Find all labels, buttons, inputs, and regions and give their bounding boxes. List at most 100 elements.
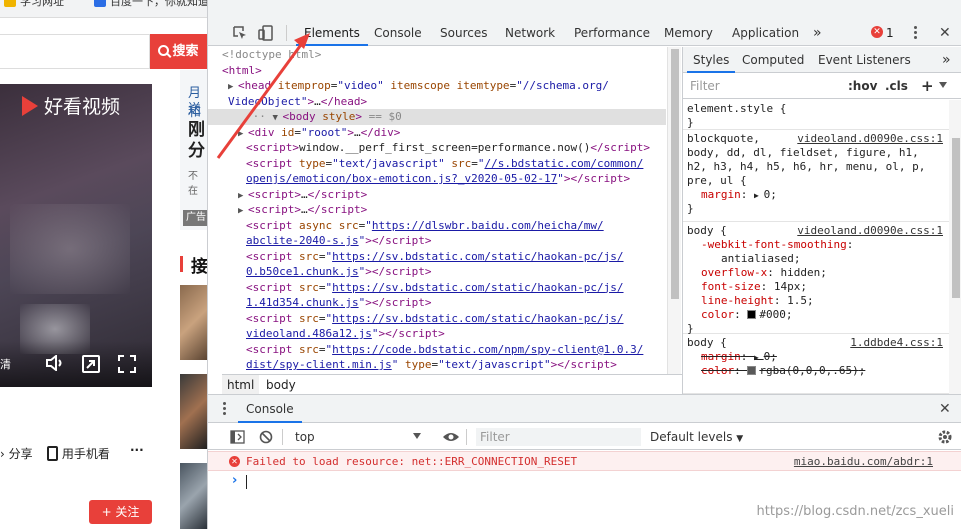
toolbar-divider — [466, 429, 467, 445]
share-button[interactable]: › 分享 — [0, 445, 33, 462]
style-property[interactable]: color: rgba(0,0,0,.65); — [701, 364, 865, 378]
pane-caret-icon[interactable] — [939, 82, 947, 88]
style-source-link[interactable]: videoland.d0090e.css:1 — [797, 224, 943, 237]
device-toolbar-icon[interactable] — [258, 25, 274, 41]
clear-console-icon[interactable] — [259, 430, 273, 444]
video-player[interactable]: 好看视频 清 — [0, 84, 152, 387]
class-toggle[interactable]: .cls — [885, 77, 908, 95]
chevron-down-icon[interactable] — [413, 433, 421, 439]
styles-filter-input[interactable]: Filter — [687, 77, 837, 95]
hover-state-toggle[interactable]: :hov — [848, 77, 877, 95]
style-source-link[interactable]: videoland.d0090e.css:1 — [797, 132, 943, 145]
drawer-tab-console[interactable]: Console — [238, 395, 302, 423]
drawer-menu-icon[interactable] — [223, 402, 226, 416]
dom-node[interactable]: VideoObject">…</head> — [208, 94, 367, 110]
style-property[interactable]: antialiased; — [721, 252, 800, 266]
picture-in-picture-icon[interactable] — [82, 355, 100, 373]
dom-node[interactable]: <script src="https://sv.bdstatic.com/sta… — [208, 280, 624, 296]
dom-node[interactable]: <script>window.__perf_first_screen=perfo… — [208, 140, 650, 156]
more-panes-button[interactable]: » — [942, 47, 951, 73]
close-drawer-button[interactable]: ✕ — [939, 395, 951, 423]
error-source-link[interactable]: miao.baidu.com/abdr:1 — [794, 452, 933, 471]
dom-node[interactable]: <script async src="https://dlswbr.baidu.… — [208, 218, 604, 234]
dom-node[interactable]: 0.b50ce1.chunk.js"></script> — [208, 264, 431, 280]
recommend-thumbnail[interactable] — [180, 285, 207, 360]
tab-console[interactable]: Console — [374, 20, 422, 46]
style-rule[interactable]: body {videoland.d0090e.css:1 -webkit-font… — [683, 222, 949, 335]
bookmark-item[interactable]: 学习网址 — [4, 0, 64, 11]
dom-node[interactable]: ▶ <script>…</script> — [208, 187, 367, 203]
error-count[interactable]: 1 — [886, 20, 894, 46]
style-source-link[interactable]: 1.ddbde4.css:1 — [850, 336, 943, 349]
console-input[interactable] — [246, 475, 247, 489]
dom-node[interactable]: abclite-2040-s.js"></script> — [208, 233, 431, 249]
bookmark-item[interactable]: 百度一下，你就知道 — [94, 0, 207, 11]
phone-view-button[interactable]: 用手机看 — [47, 445, 110, 462]
dom-node[interactable]: <html> — [208, 63, 262, 79]
close-devtools-button[interactable]: ✕ — [939, 20, 951, 46]
recommend-thumbnail[interactable] — [180, 374, 207, 449]
style-property[interactable]: color: #000; — [701, 308, 793, 322]
style-property[interactable]: margin: ▶ 0; — [701, 350, 777, 364]
live-expression-eye-icon[interactable] — [442, 431, 460, 443]
more-tabs-button[interactable]: » — [813, 20, 822, 46]
more-button[interactable]: ··· — [130, 443, 144, 457]
webpage-viewport: 学习网址 百度一下，你就知道 搜索 好看视频 清 月和 送 刚 分 不在 广告 … — [0, 0, 207, 529]
tab-styles[interactable]: Styles — [686, 47, 736, 73]
style-property[interactable]: -webkit-font-smoothing: — [701, 238, 853, 252]
color-swatch[interactable] — [747, 366, 757, 375]
search-input[interactable] — [0, 34, 150, 69]
volume-icon[interactable] — [45, 355, 65, 371]
new-style-rule-button[interactable]: + — [921, 77, 934, 95]
tab-application[interactable]: Application — [732, 20, 799, 46]
color-swatch[interactable] — [747, 310, 757, 319]
dom-node[interactable]: dist/spy-client.min.js" type="text/javas… — [208, 357, 617, 373]
inspect-element-icon[interactable] — [232, 25, 248, 41]
console-filter-input[interactable]: Filter — [476, 428, 641, 446]
scrollbar-thumb[interactable] — [952, 138, 960, 298]
style-rule[interactable]: element.style {} — [683, 100, 949, 130]
breadcrumb-html[interactable]: html — [222, 375, 260, 395]
error-count-icon[interactable]: ✕ — [871, 26, 883, 38]
dom-node[interactable]: <script src="https://sv.bdstatic.com/sta… — [208, 249, 624, 265]
follow-button[interactable]: + 关注 — [89, 500, 152, 524]
customize-menu-icon[interactable] — [914, 26, 918, 40]
dom-node[interactable]: ▶ <div id="rooot">…</div> — [208, 125, 400, 141]
dom-node[interactable]: 1.41d354.chunk.js"></script> — [208, 295, 431, 311]
style-property[interactable]: overflow-x: hidden; — [701, 266, 827, 280]
tab-memory[interactable]: Memory — [664, 20, 713, 46]
elements-scrollbar[interactable] — [667, 47, 681, 374]
tab-network[interactable]: Network — [505, 20, 555, 46]
dom-node[interactable]: <script src="https://code.bdstatic.com/n… — [208, 342, 643, 358]
log-levels-dropdown[interactable]: Default levels ▼ — [650, 424, 743, 452]
dom-node[interactable]: ▶ <head itemprop="video" itemscope itemty… — [208, 78, 609, 94]
dom-node[interactable]: <script type="text/javascript" src="//s.… — [208, 156, 643, 172]
style-property[interactable]: margin: ▶ 0; — [701, 188, 777, 202]
dom-node[interactable]: ▶ <script>…</script> — [208, 202, 367, 218]
tab-elements[interactable]: Elements — [296, 20, 368, 46]
style-rule[interactable]: blockquote, body, dd, dl, fieldset, figur… — [683, 130, 949, 222]
quality-button[interactable]: 清 — [0, 356, 11, 372]
tab-sources[interactable]: Sources — [440, 20, 487, 46]
dom-node[interactable]: videoland.486a12.js"></script> — [208, 326, 445, 342]
styles-scrollbar[interactable] — [949, 100, 961, 394]
recommend-thumbnail[interactable] — [180, 463, 207, 529]
sidebar-toggle-icon[interactable] — [230, 430, 245, 444]
dom-node[interactable]: openjs/emoticon/box-emoticon.js?_v2020-0… — [208, 171, 630, 187]
tab-performance[interactable]: Performance — [574, 20, 650, 46]
search-button[interactable]: 搜索 — [150, 34, 207, 69]
dom-node[interactable]: <!doctype html> — [208, 47, 321, 63]
dom-node[interactable]: <script src="https://sv.bdstatic.com/sta… — [208, 311, 624, 327]
style-property[interactable]: line-height: 1.5; — [701, 294, 814, 308]
gear-icon[interactable] — [937, 429, 953, 445]
dom-node-selected[interactable]: ··· ▼ <body style> == $0 — [208, 109, 666, 125]
scrollbar-thumb[interactable] — [671, 49, 679, 299]
style-selector: body { — [687, 336, 727, 349]
context-selector[interactable]: top — [295, 424, 315, 450]
tab-computed[interactable]: Computed — [742, 47, 804, 73]
style-rule[interactable]: body { 1.ddbde4.css:1 margin: ▶ 0; color: r… — [683, 334, 949, 394]
fullscreen-icon[interactable] — [118, 355, 136, 373]
tab-event-listeners[interactable]: Event Listeners — [818, 47, 911, 73]
style-property[interactable]: font-size: 14px; — [701, 280, 807, 294]
breadcrumb-body[interactable]: body — [261, 375, 301, 395]
